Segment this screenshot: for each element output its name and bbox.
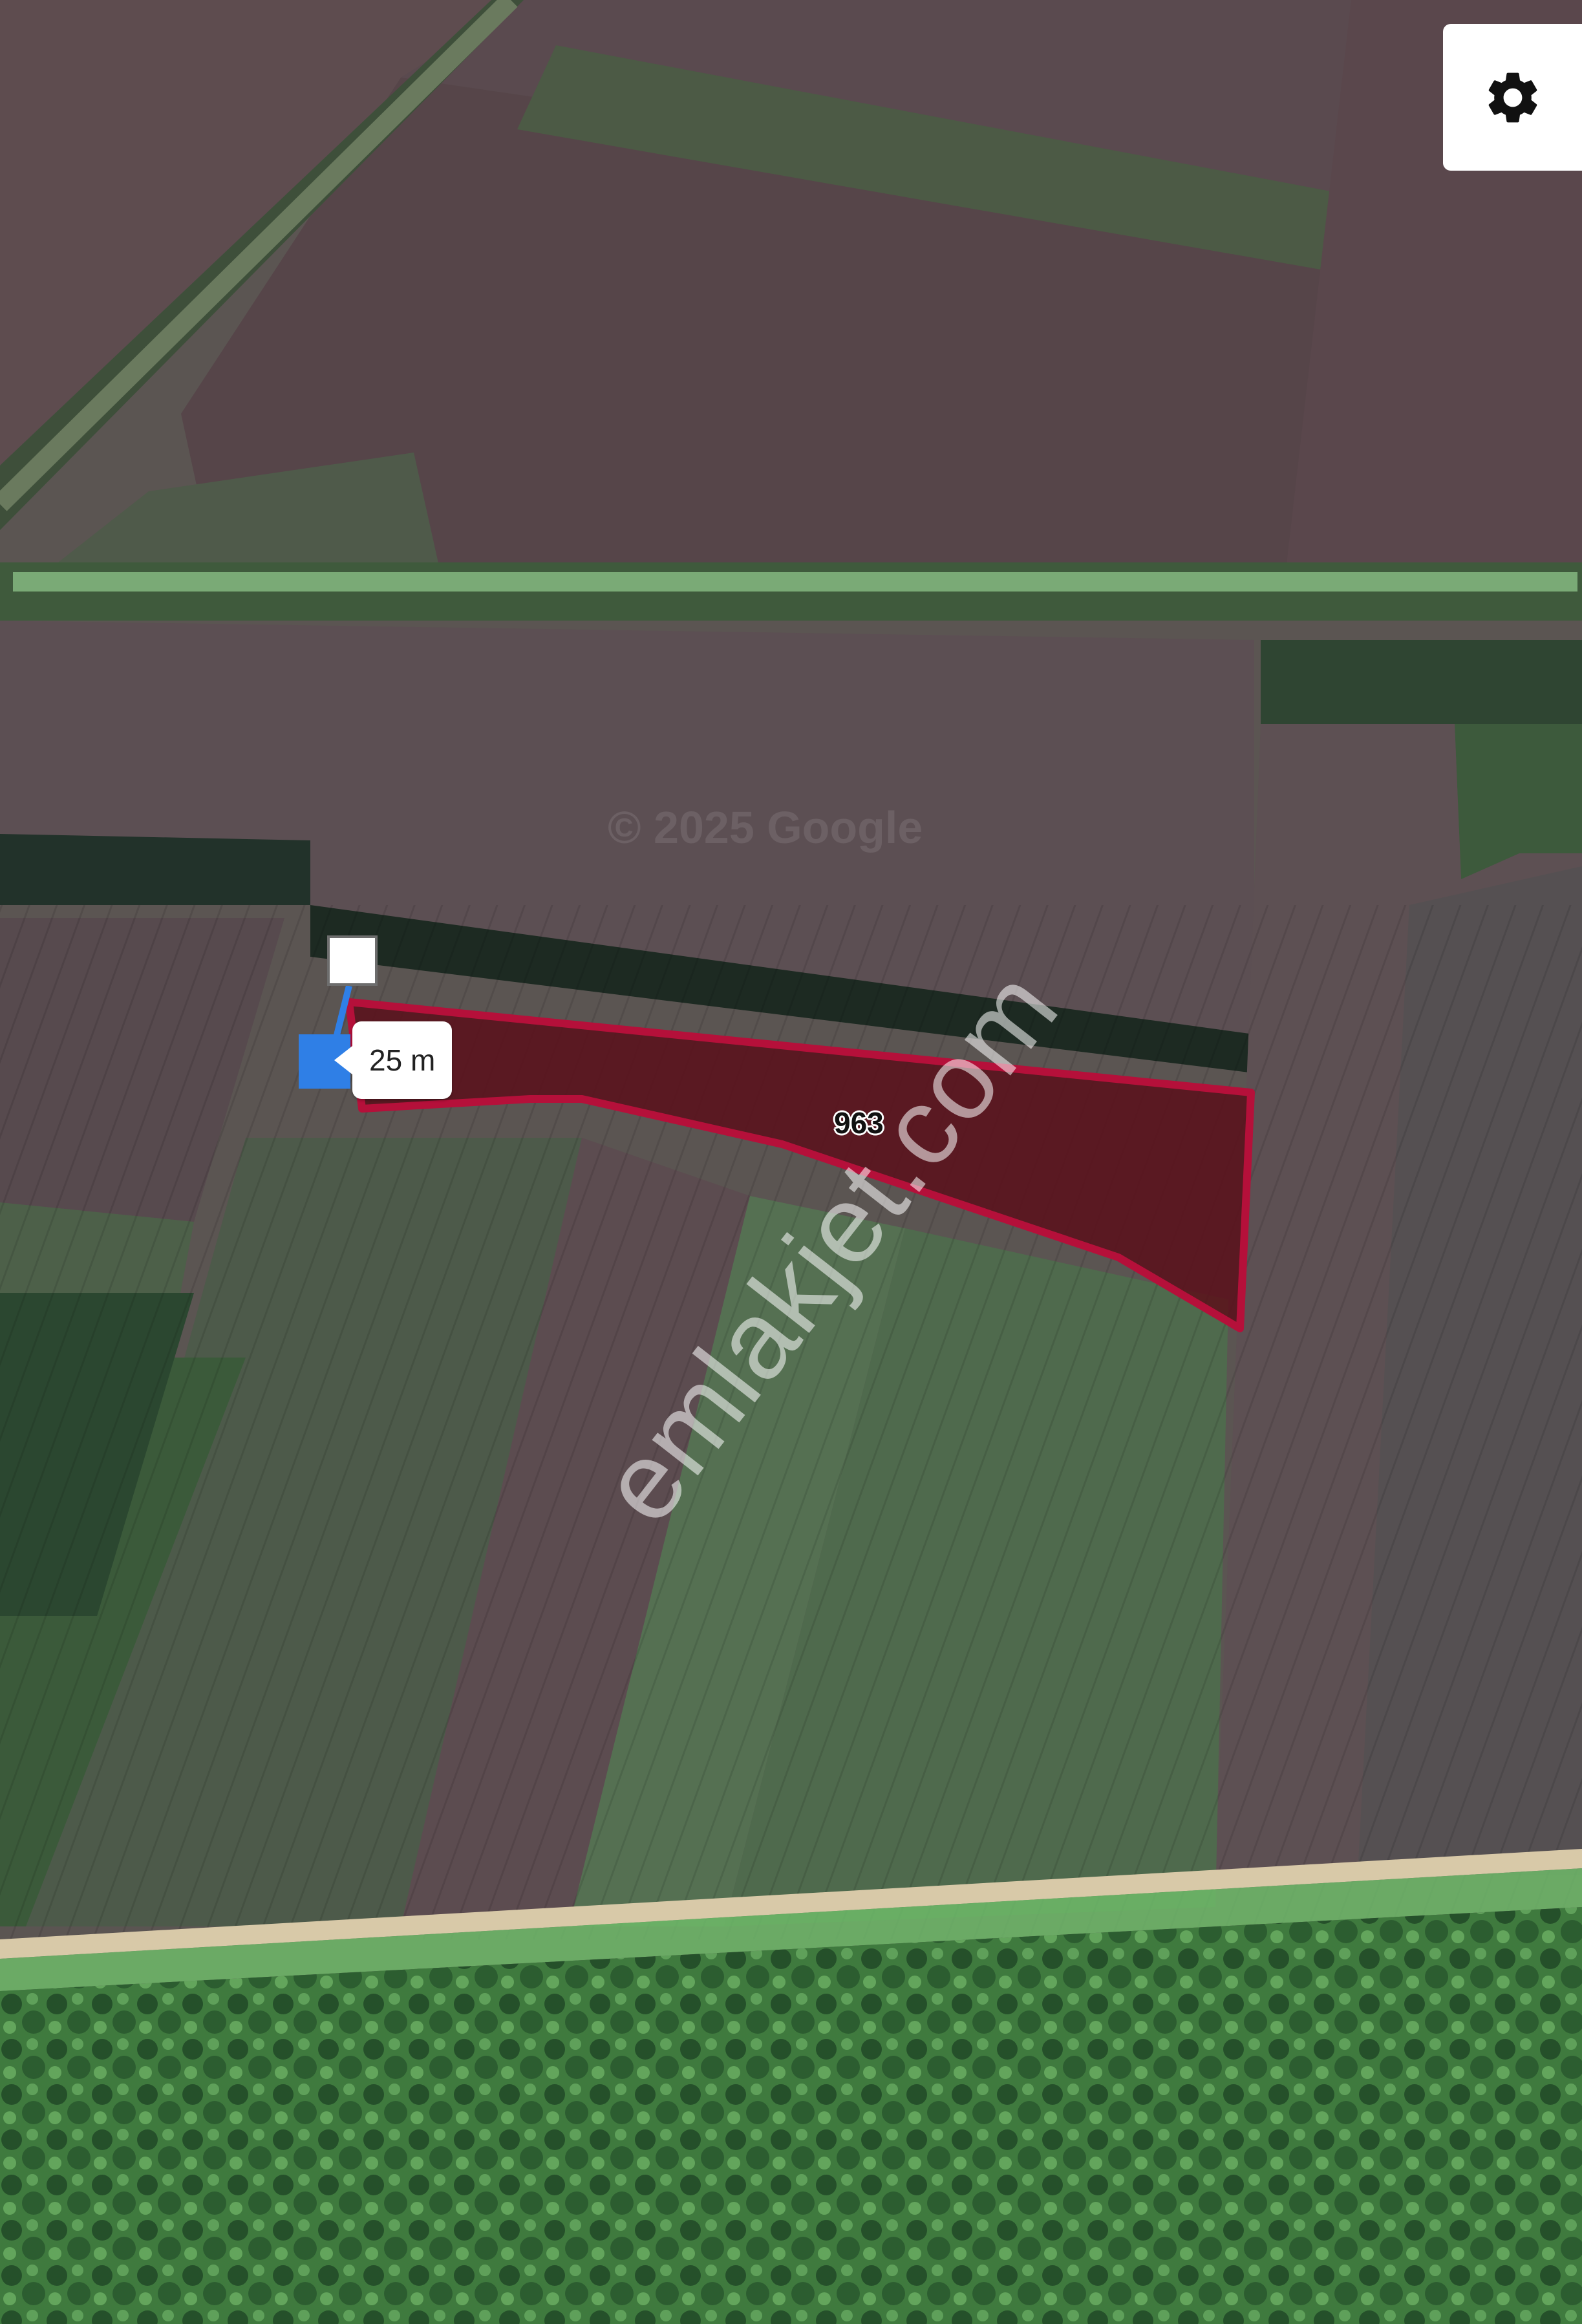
satellite-map[interactable]: © 2025 Google 25 m 963 emlakjet.com (0, 0, 1582, 2324)
satellite-imagery (0, 0, 1582, 2324)
distance-label: 25 m (334, 1021, 453, 1099)
gear-icon (1488, 72, 1537, 122)
imagery-copyright-watermark: © 2025 Google (608, 802, 923, 853)
settings-button[interactable] (1443, 24, 1582, 171)
measure-start-marker[interactable] (327, 935, 378, 986)
